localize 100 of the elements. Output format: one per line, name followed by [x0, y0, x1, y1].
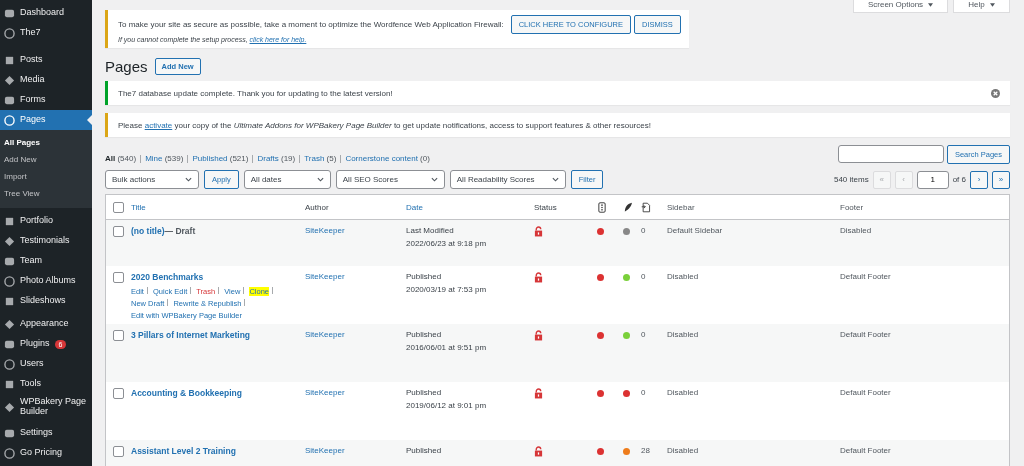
menu-item[interactable]: Media — [0, 70, 92, 90]
footer-value: Default Footer — [840, 272, 891, 281]
date-status: Published — [406, 446, 443, 455]
author-link[interactable]: SiteKeeper — [305, 226, 345, 235]
menu-item[interactable]: Testimonials — [0, 231, 92, 251]
sidebar-value: Disabled — [667, 388, 699, 397]
close-icon[interactable] — [991, 88, 1000, 98]
page-title-link[interactable]: 3 Pillars of Internet Marketing — [131, 330, 251, 340]
filter-link[interactable]: Published (521) — [192, 154, 249, 163]
select-all-checkbox[interactable] — [113, 201, 124, 213]
menu-item[interactable]: Users — [0, 354, 92, 374]
date-text: 2016/06/01 at 9:51 pm — [406, 343, 488, 352]
row-checkbox[interactable] — [113, 226, 124, 237]
column-header: Status — [534, 202, 557, 212]
column-header[interactable]: Date — [406, 202, 423, 212]
menu-item[interactable]: Forms — [0, 90, 92, 110]
date-status: Last Modified — [406, 226, 455, 235]
submenu-item[interactable]: Tree View — [0, 186, 92, 208]
feather-icon — [623, 201, 633, 213]
author-link[interactable]: SiteKeeper — [305, 388, 345, 397]
menu-item[interactable]: Dashboard — [0, 3, 92, 23]
screen-tab-button[interactable]: Screen Options — [852, 0, 949, 13]
footer-value: Default Footer — [840, 330, 891, 339]
filter-link[interactable]: All (540) — [105, 154, 137, 163]
footer-value: Default Footer — [840, 388, 891, 397]
date-status: Published — [406, 330, 443, 339]
caret-icon — [928, 3, 934, 7]
submenu-item[interactable]: Add New — [0, 152, 92, 169]
notice-text: To make your site as secure as possible, take a moment to optimize the Wordfence Web Application Firewall: — [118, 20, 504, 29]
submenu-item[interactable]: Import — [0, 169, 92, 186]
date-status: Published — [406, 388, 443, 397]
link-count: 0 — [641, 388, 646, 397]
caret-icon — [990, 3, 995, 7]
sidebar-value: Disabled — [667, 446, 699, 455]
date-status: Published — [406, 272, 443, 281]
page-title-link[interactable]: 2020 Benchmarks — [131, 272, 204, 282]
last-page-button[interactable]: » — [992, 170, 1010, 189]
link-count: 0 — [641, 330, 646, 339]
menu-item[interactable]: Posts — [0, 50, 92, 70]
row-checkbox[interactable] — [113, 330, 124, 341]
link-count: 0 — [641, 272, 646, 281]
footer-value: Default Footer — [840, 446, 891, 455]
row-checkbox[interactable] — [113, 272, 124, 283]
lock-icon — [534, 226, 543, 237]
menu-item[interactable]: The7 — [0, 23, 92, 43]
activate-link[interactable]: activate — [144, 120, 173, 130]
notice-text: Please activate your copy of the Ultimate Addons for WPBakery Page Builder to get update notifications, access to support features & other resources! — [118, 120, 651, 130]
next-page-button[interactable]: › — [970, 170, 988, 189]
column-header: Author — [305, 202, 329, 212]
menu-item[interactable]: Go Pricing — [0, 443, 92, 463]
chevron-icon — [430, 177, 438, 182]
filter-dropdown[interactable]: All SEO Scores — [335, 170, 445, 189]
page-title-link[interactable]: Accounting & Bookkeeping — [131, 388, 242, 398]
lock-icon — [534, 272, 543, 283]
author-link[interactable]: SiteKeeper — [305, 272, 345, 281]
submenu-item[interactable]: All Pages — [0, 130, 92, 152]
notice-text: The7 database update complete. Thank you for updating to the latest version! — [118, 88, 393, 98]
menu-item[interactable]: Appearance — [0, 314, 92, 334]
filter-link[interactable]: Mine (539) — [145, 154, 184, 163]
page-total: of 6 — [952, 175, 966, 184]
row-checkbox[interactable] — [113, 446, 124, 457]
chevron-icon — [551, 177, 559, 182]
menu-item[interactable]: Pages — [0, 110, 92, 130]
page-title-link[interactable]: Assistant Level 2 Training — [131, 446, 236, 456]
filter-dropdown[interactable]: All Readability Scores — [449, 170, 566, 189]
column-header[interactable]: Title — [131, 202, 146, 212]
menu-item[interactable]: WPBakery Page Builder — [0, 394, 92, 420]
lock-icon — [534, 446, 543, 457]
menu-item[interactable]: Photo Albums — [0, 271, 92, 291]
item-count: 540 items — [833, 175, 869, 184]
link-count: 0 — [641, 226, 646, 235]
page-number-field[interactable]: 1 — [916, 170, 949, 189]
column-header: Sidebar — [667, 202, 695, 212]
menu-item[interactable]: Slideshows — [0, 291, 92, 311]
menu-item[interactable]: Team — [0, 251, 92, 271]
lock-icon — [534, 330, 543, 341]
search-field[interactable] — [837, 145, 944, 163]
sidebar-value: Default Sidebar — [667, 226, 723, 235]
page-title-link[interactable]: (no title) — [131, 226, 165, 236]
date-text: 2020/03/19 at 7:53 pm — [406, 285, 488, 294]
menu-item[interactable]: Tools — [0, 374, 92, 394]
row-checkbox[interactable] — [113, 388, 124, 399]
date-text: 2022/06/23 at 9:18 pm — [406, 239, 488, 248]
date-text: 2019/06/12 at 9:01 pm — [406, 401, 488, 410]
menu-item[interactable]: Portfolio — [0, 211, 92, 231]
filter-link[interactable]: Drafts (19) — [257, 154, 296, 163]
filter-link[interactable]: Cornerstone content (0) — [345, 154, 430, 163]
filter-link[interactable]: Trash (5) — [304, 154, 337, 163]
chevron-icon — [185, 177, 192, 182]
menu-item[interactable]: Settings — [0, 423, 92, 443]
document-link-icon — [641, 201, 651, 213]
page-title: Pages — [105, 58, 148, 75]
bulk-actions-dropdown[interactable]: Bulk actions — [105, 170, 199, 189]
lock-icon — [534, 388, 543, 399]
author-link[interactable]: SiteKeeper — [305, 330, 345, 339]
column-header: Footer — [840, 202, 864, 212]
filter-dropdown[interactable]: All dates — [243, 170, 331, 189]
link-count: 28 — [641, 446, 650, 455]
screen-tab-button[interactable]: Help — [953, 0, 1010, 13]
author-link[interactable]: SiteKeeper — [305, 446, 345, 455]
